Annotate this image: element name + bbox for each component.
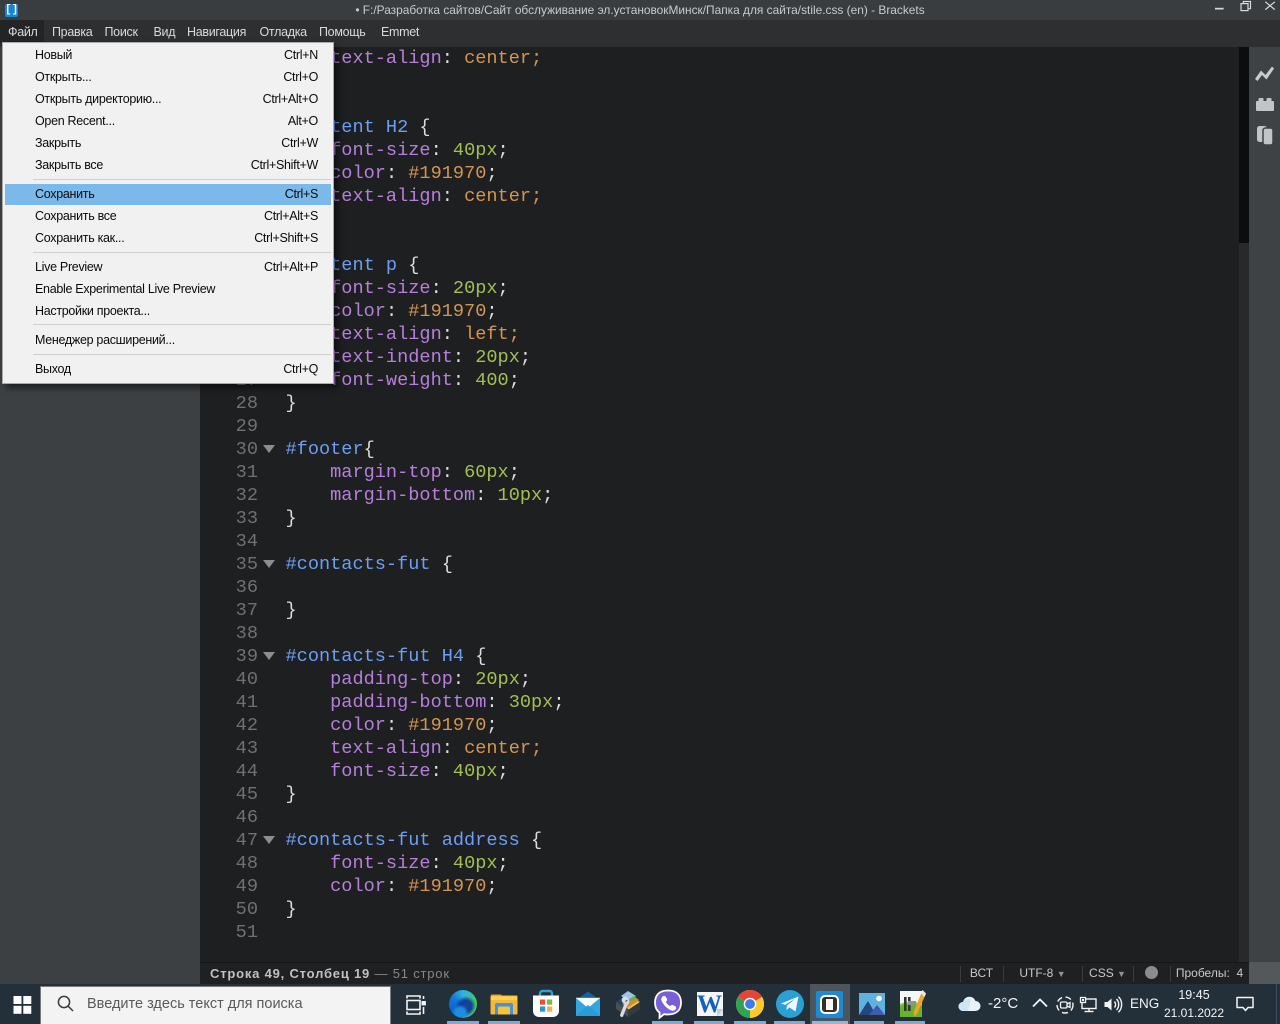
svg-text:W: W — [697, 991, 722, 1018]
